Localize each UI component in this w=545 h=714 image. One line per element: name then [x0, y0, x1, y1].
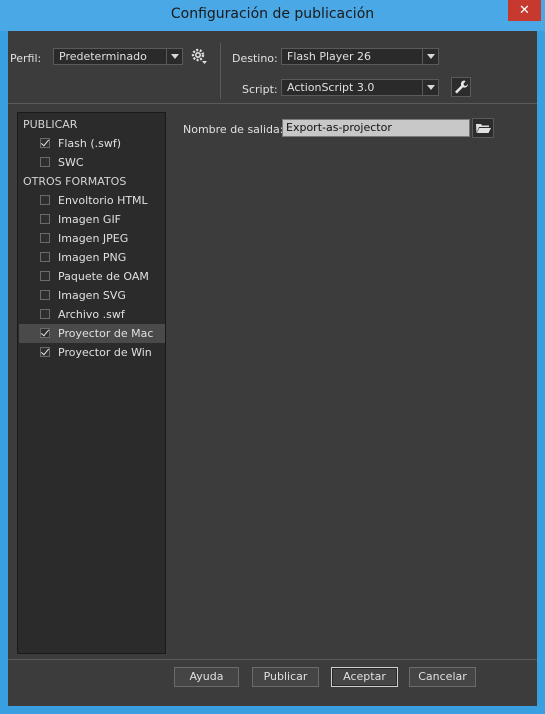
ok-button[interactable]: Aceptar [331, 667, 398, 687]
footer-divider [8, 659, 537, 660]
format-item-win-projector[interactable]: Proyector de Win [19, 343, 165, 362]
publish-button[interactable]: Publicar [252, 667, 319, 687]
folder-icon [476, 124, 491, 133]
oam-checkbox[interactable] [40, 271, 50, 281]
swc-checkbox[interactable] [40, 157, 50, 167]
profile-value: Predeterminado [59, 50, 147, 63]
script-value: ActionScript 3.0 [287, 81, 375, 94]
format-item-label: Imagen PNG [58, 251, 127, 264]
script-settings-button[interactable] [451, 77, 471, 97]
format-item-label: SWC [58, 156, 84, 169]
format-item-label: Imagen JPEG [58, 232, 129, 245]
chevron-down-icon [166, 49, 182, 64]
output-name-label: Nombre de salida: [183, 123, 284, 136]
header-divider [8, 103, 537, 104]
format-item-swf-archive[interactable]: Archivo .swf [19, 305, 165, 324]
script-label: Script: [242, 83, 278, 96]
format-item-mac-projector[interactable]: Proyector de Mac [19, 324, 165, 343]
format-item-html-wrapper[interactable]: Envoltorio HTML [19, 191, 165, 210]
window-title: Configuración de publicación [170, 6, 375, 22]
target-label: Destino: [232, 52, 278, 65]
dialog-body: Perfil: Predeterminado Destino: Flash Pl… [8, 31, 537, 706]
chevron-down-icon [422, 80, 438, 95]
format-item-label: Proyector de Win [58, 346, 152, 359]
format-item-oam[interactable]: Paquete de OAM [19, 267, 165, 286]
html-wrapper-checkbox[interactable] [40, 195, 50, 205]
gif-checkbox[interactable] [40, 214, 50, 224]
gear-icon [191, 48, 207, 64]
format-item-label: Envoltorio HTML [58, 194, 148, 207]
format-item-label: Imagen GIF [58, 213, 122, 226]
format-item-png[interactable]: Imagen PNG [19, 248, 165, 267]
help-button[interactable]: Ayuda [174, 667, 239, 687]
other-formats-section-title: OTROS FORMATOS [23, 175, 127, 188]
dialog-window: Configuración de publicación ✕ Perfil: P… [0, 0, 545, 714]
win-projector-checkbox[interactable] [40, 347, 50, 357]
mac-projector-checkbox[interactable] [40, 328, 50, 338]
profile-label: Perfil: [10, 52, 42, 65]
format-item-label: Flash (.swf) [58, 137, 122, 150]
jpeg-checkbox[interactable] [40, 233, 50, 243]
format-list-panel: PUBLICAR Flash (.swf) SWC OTROS FORMATOS… [17, 112, 166, 654]
flash-checkbox[interactable] [40, 138, 50, 148]
publish-section-title: PUBLICAR [23, 118, 78, 131]
target-value: Flash Player 26 [287, 50, 372, 63]
format-item-label: Imagen SVG [58, 289, 126, 302]
cancel-button[interactable]: Cancelar [409, 667, 476, 687]
profile-dropdown[interactable]: Predeterminado [53, 48, 183, 65]
svg-checkbox[interactable] [40, 290, 50, 300]
png-checkbox[interactable] [40, 252, 50, 262]
output-name-input[interactable]: Export-as-projector [282, 119, 470, 137]
format-item-swc[interactable]: SWC [19, 153, 165, 172]
format-item-label: Paquete de OAM [58, 270, 149, 283]
format-item-jpeg[interactable]: Imagen JPEG [19, 229, 165, 248]
swf-archive-checkbox[interactable] [40, 309, 50, 319]
script-dropdown[interactable]: ActionScript 3.0 [281, 79, 439, 96]
header-separator [220, 43, 221, 99]
chevron-down-icon [422, 49, 438, 64]
format-item-svg[interactable]: Imagen SVG [19, 286, 165, 305]
format-item-gif[interactable]: Imagen GIF [19, 210, 165, 229]
browse-folder-button[interactable] [472, 118, 494, 138]
output-name-value: Export-as-projector [286, 121, 392, 134]
target-dropdown[interactable]: Flash Player 26 [281, 48, 439, 65]
profile-options-button[interactable] [190, 47, 208, 65]
wrench-icon [455, 80, 468, 94]
format-item-flash[interactable]: Flash (.swf) [19, 134, 165, 153]
title-bar[interactable]: Configuración de publicación ✕ [0, 0, 545, 31]
format-item-label: Archivo .swf [58, 308, 125, 321]
close-button[interactable]: ✕ [508, 0, 541, 21]
format-item-label: Proyector de Mac [58, 327, 154, 340]
